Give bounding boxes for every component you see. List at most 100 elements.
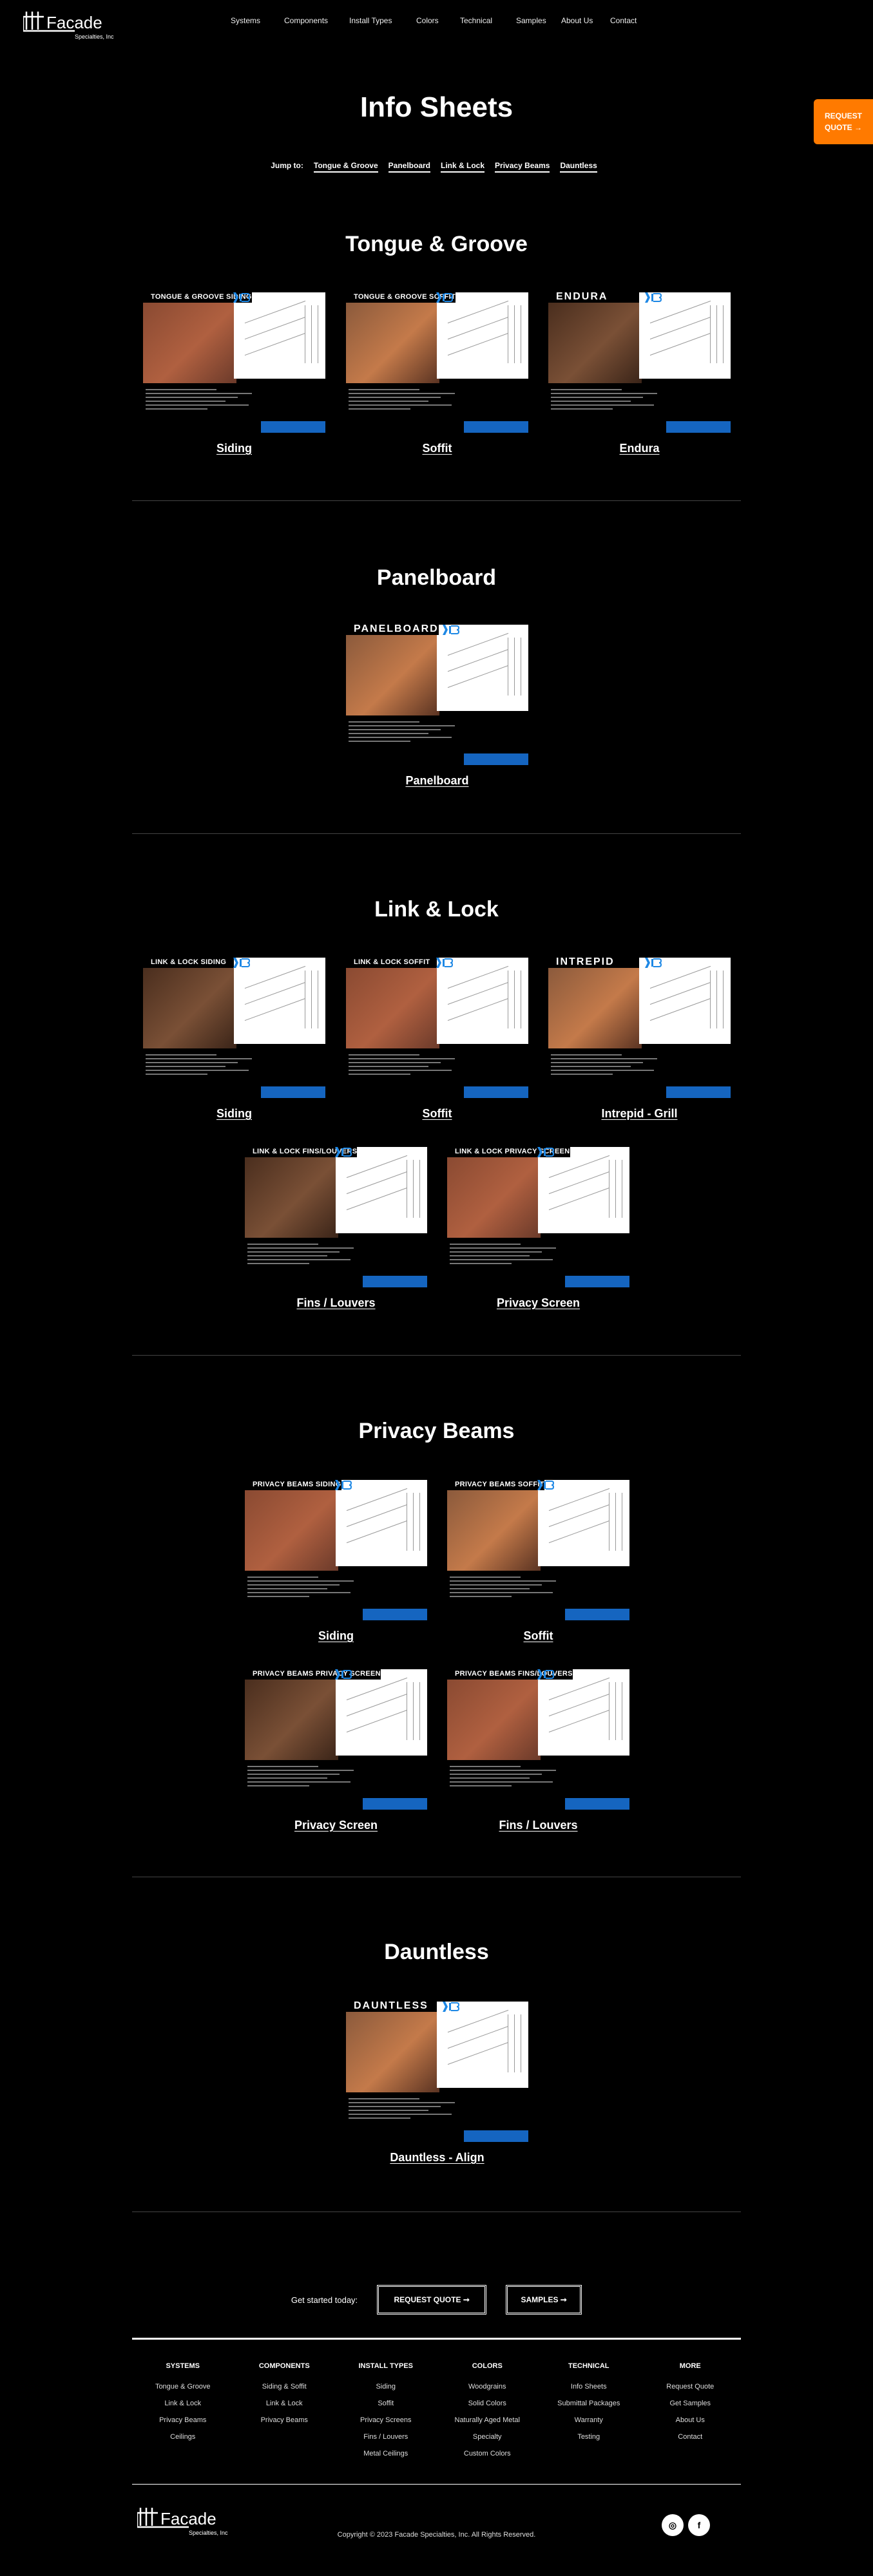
footer-link[interactable]: Privacy Screens: [335, 2416, 437, 2433]
info-sheet-link[interactable]: Fins / Louvers: [245, 1296, 427, 1310]
footer-link[interactable]: Metal Ceilings: [335, 2450, 437, 2467]
footer-link[interactable]: Siding & Soffit: [234, 2383, 336, 2400]
contact-strip: [565, 1798, 629, 1810]
sheet-header: LINK & LOCK SOFFIT: [346, 956, 430, 968]
technical-drawing: [437, 625, 528, 711]
footer-link[interactable]: Link & Lock: [132, 2400, 234, 2416]
jump-link-privacy-beams[interactable]: Privacy Beams: [495, 161, 550, 173]
logo[interactable]: Facade Specialties, Inc: [23, 9, 120, 40]
nav-samples[interactable]: Samples: [516, 16, 546, 25]
product-photo: [143, 303, 236, 383]
footer-link[interactable]: Get Samples: [640, 2400, 742, 2416]
info-sheet-card[interactable]: LINK & LOCK SOFFIT Soffit: [346, 956, 528, 1121]
info-sheet-link[interactable]: Endura: [548, 442, 731, 455]
info-sheet-card[interactable]: ENDURA Endura: [548, 291, 731, 455]
info-sheet-link[interactable]: Soffit: [346, 1107, 528, 1121]
info-sheet-link[interactable]: Siding: [143, 442, 325, 455]
nav-colors[interactable]: Colors: [416, 16, 439, 25]
sheet-header: PANELBOARD: [346, 623, 439, 635]
footer-link[interactable]: Fins / Louvers: [335, 2433, 437, 2450]
info-sheet-card[interactable]: PRIVACY BEAMS FINS/LOUVERS Fins / Louver…: [447, 1668, 629, 1832]
info-sheet-card[interactable]: PRIVACY BEAMS PRIVACY SCREEN Privacy Scr…: [245, 1668, 427, 1832]
info-sheet-thumbnail[interactable]: PRIVACY BEAMS SIDING: [245, 1479, 427, 1620]
page-title: Info Sheets: [360, 91, 513, 123]
info-sheet-thumbnail[interactable]: PRIVACY BEAMS PRIVACY SCREEN: [245, 1668, 427, 1810]
info-sheet-thumbnail[interactable]: LINK & LOCK SIDING: [143, 956, 325, 1098]
info-sheet-thumbnail[interactable]: PRIVACY BEAMS FINS/LOUVERS: [447, 1668, 629, 1810]
info-sheet-thumbnail[interactable]: TONGUE & GROOVE SOFFIT: [346, 291, 528, 433]
product-photo: [548, 303, 642, 383]
footer-link[interactable]: Contact: [640, 2433, 742, 2450]
request-quote-button[interactable]: REQUEST QUOTE ➞: [377, 2285, 487, 2315]
info-sheet-link[interactable]: Siding: [143, 1107, 325, 1121]
samples-button[interactable]: SAMPLES ➞: [506, 2285, 582, 2315]
footer-link[interactable]: Specialty: [437, 2433, 539, 2450]
info-sheet-card[interactable]: PRIVACY BEAMS SOFFIT Soffit: [447, 1479, 629, 1643]
footer-link[interactable]: Siding: [335, 2383, 437, 2400]
footer-link[interactable]: Request Quote: [640, 2383, 742, 2400]
instagram-button[interactable]: ◎: [662, 2514, 684, 2536]
nav-components[interactable]: Components: [284, 16, 328, 25]
jump-link-dauntless[interactable]: Dauntless: [560, 161, 597, 173]
footer-link[interactable]: Custom Colors: [437, 2450, 539, 2467]
jump-link-tongue-groove[interactable]: Tongue & Groove: [313, 161, 378, 173]
technical-drawing: [639, 292, 731, 379]
info-sheet-thumbnail[interactable]: PRIVACY BEAMS SOFFIT: [447, 1479, 629, 1620]
footer-link[interactable]: Woodgrains: [437, 2383, 539, 2400]
info-sheet-link[interactable]: Privacy Screen: [447, 1296, 629, 1310]
info-sheet-link[interactable]: Panelboard: [346, 774, 528, 788]
footer-link[interactable]: Privacy Beams: [234, 2416, 336, 2433]
info-sheet-card[interactable]: INTREPID Intrepid - Grill: [548, 956, 731, 1121]
info-sheet-link[interactable]: Soffit: [346, 442, 528, 455]
info-sheet-card[interactable]: DAUNTLESS Dauntless - Align: [346, 2000, 528, 2164]
info-sheet-link[interactable]: Dauntless - Align: [346, 2151, 528, 2164]
product-photo: [548, 968, 642, 1048]
footer-link[interactable]: Tongue & Groove: [132, 2383, 234, 2400]
info-sheet-link[interactable]: Siding: [245, 1629, 427, 1643]
footer-link[interactable]: Naturally Aged Metal: [437, 2416, 539, 2433]
footer-link[interactable]: Link & Lock: [234, 2400, 336, 2416]
info-sheet-card[interactable]: PRIVACY BEAMS SIDING Siding: [245, 1479, 427, 1643]
footer-link[interactable]: Soffit: [335, 2400, 437, 2416]
info-sheet-thumbnail[interactable]: PANELBOARD: [346, 623, 528, 765]
info-sheet-card[interactable]: LINK & LOCK FINS/LOUVERS Fins / Louvers: [245, 1146, 427, 1310]
info-sheet-card[interactable]: PANELBOARD Panelboard: [346, 623, 528, 788]
section-title-panelboard: Panelboard: [376, 565, 497, 590]
footer-link[interactable]: Solid Colors: [437, 2400, 539, 2416]
info-sheet-thumbnail[interactable]: INTREPID: [548, 956, 731, 1098]
copyright: Copyright © 2023 Facade Specialties, Inc…: [337, 2531, 536, 2539]
info-sheet-thumbnail[interactable]: DAUNTLESS: [346, 2000, 528, 2142]
info-sheet-link[interactable]: Privacy Screen: [245, 1819, 427, 1832]
info-sheet-thumbnail[interactable]: ENDURA: [548, 291, 731, 433]
nav-install-types[interactable]: Install Types: [349, 16, 392, 25]
info-sheet-link[interactable]: Intrepid - Grill: [548, 1107, 731, 1121]
nav-systems[interactable]: Systems: [231, 16, 260, 25]
footer-column-title: SYSTEMS: [166, 2362, 200, 2370]
info-sheet-thumbnail[interactable]: TONGUE & GROOVE SIDING: [143, 291, 325, 433]
info-sheet-link[interactable]: Soffit: [447, 1629, 629, 1643]
info-sheet-card[interactable]: TONGUE & GROOVE SIDING Siding: [143, 291, 325, 455]
footer-link[interactable]: Ceilings: [132, 2433, 234, 2450]
info-sheet-card[interactable]: LINK & LOCK SIDING Siding: [143, 956, 325, 1121]
nav-about-us[interactable]: About Us: [561, 16, 593, 25]
footer-link[interactable]: Info Sheets: [538, 2383, 640, 2400]
footer-link[interactable]: Submittal Packages: [538, 2400, 640, 2416]
facebook-button[interactable]: f: [688, 2514, 710, 2536]
footer-link[interactable]: Testing: [538, 2433, 640, 2450]
info-sheet-thumbnail[interactable]: LINK & LOCK FINS/LOUVERS: [245, 1146, 427, 1287]
info-sheet-thumbnail[interactable]: LINK & LOCK SOFFIT: [346, 956, 528, 1098]
nav-contact[interactable]: Contact: [610, 16, 637, 25]
info-sheet-thumbnail[interactable]: LINK & LOCK PRIVACY SCREEN: [447, 1146, 629, 1287]
info-sheet-card[interactable]: TONGUE & GROOVE SOFFIT Soffit: [346, 291, 528, 455]
footer-link[interactable]: Warranty: [538, 2416, 640, 2433]
jump-link-link-lock[interactable]: Link & Lock: [441, 161, 485, 173]
info-sheet-card[interactable]: LINK & LOCK PRIVACY SCREEN Privacy Scree…: [447, 1146, 629, 1310]
jump-link-panelboard[interactable]: Panelboard: [388, 161, 431, 173]
nav-technical[interactable]: Technical: [460, 16, 492, 25]
contact-strip: [666, 421, 731, 433]
footer-link[interactable]: About Us: [640, 2416, 742, 2433]
footer-link[interactable]: Privacy Beams: [132, 2416, 234, 2433]
info-sheet-link[interactable]: Fins / Louvers: [447, 1819, 629, 1832]
facebook-icon: f: [697, 2520, 701, 2530]
instagram-icon: ◎: [668, 2519, 677, 2530]
